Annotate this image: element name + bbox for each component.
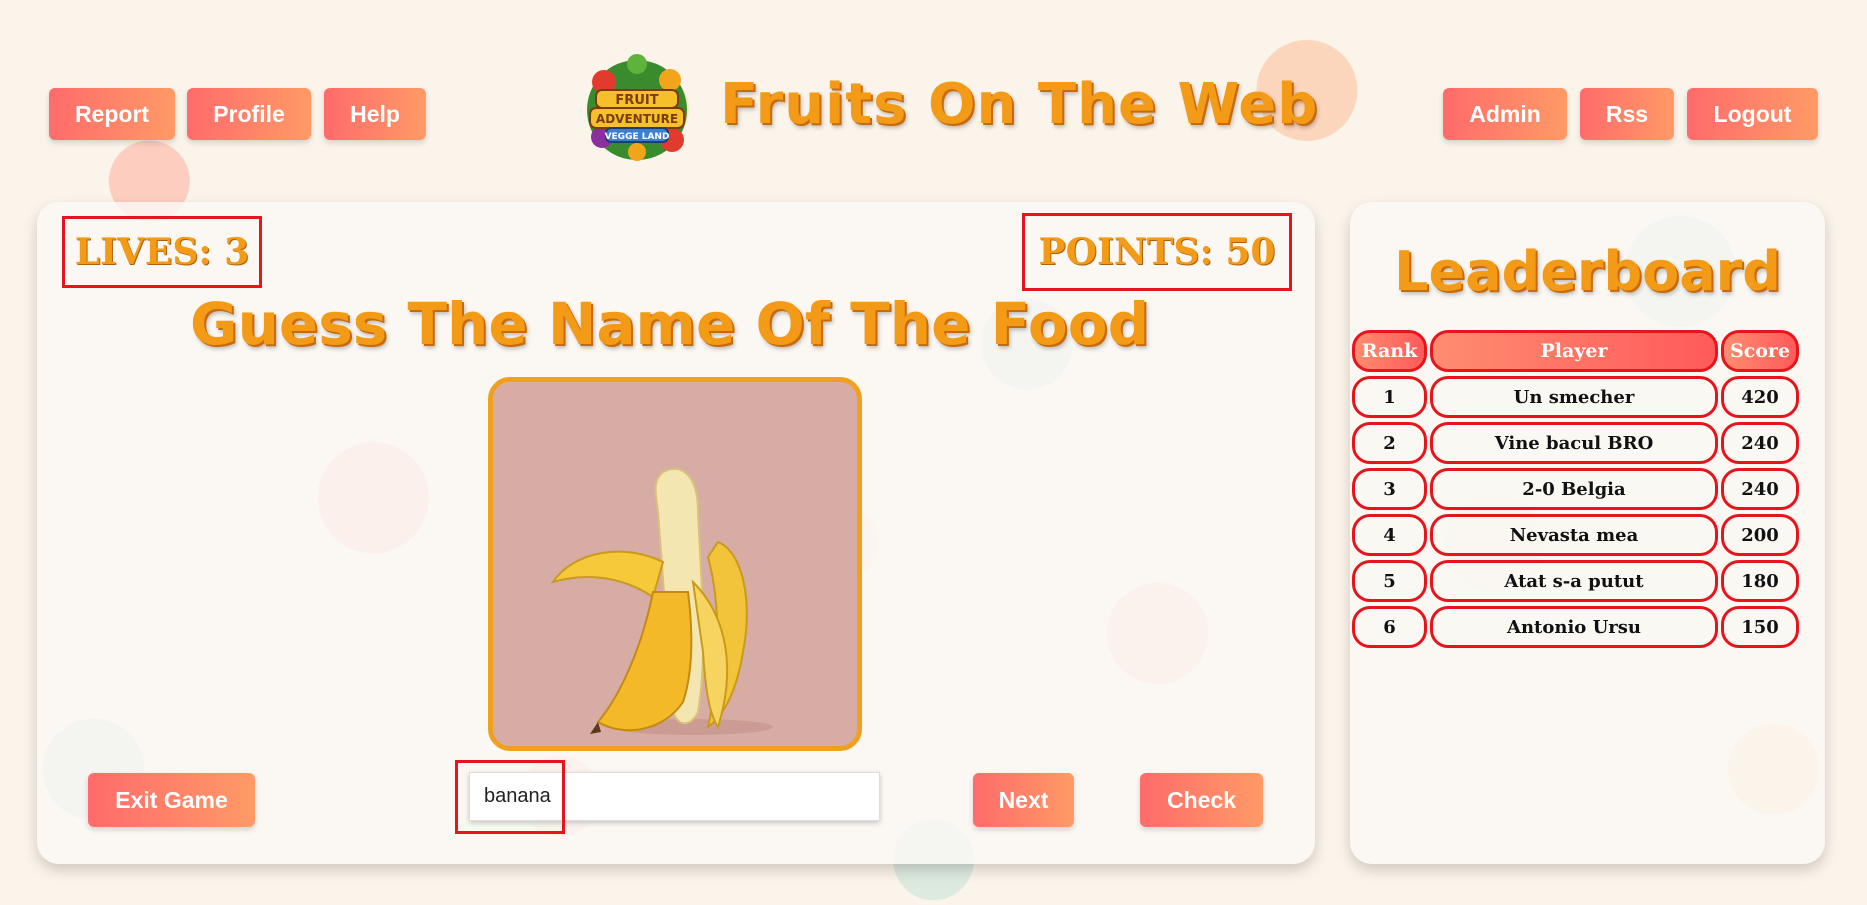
game-title: Guess The Name Of The Food [190,290,1150,358]
site-title: Fruits On The Web [720,72,1319,137]
player-cell: Vine bacul BRO [1430,422,1718,464]
rank-cell: 6 [1352,606,1427,648]
player-cell: 2-0 Belgia [1430,468,1718,510]
player-cell: Atat s-a putut [1430,560,1718,602]
table-row: 6 Antonio Ursu 150 [1352,606,1800,652]
player-cell: Antonio Ursu [1430,606,1718,648]
score-cell: 240 [1721,468,1799,510]
logo-text-adventure: ADVENTURE [596,112,678,126]
table-row: 3 2-0 Belgia 240 [1352,468,1800,514]
rank-cell: 4 [1352,514,1427,556]
column-header-rank: Rank [1352,330,1427,372]
banana-image [493,382,857,746]
answer-input[interactable] [469,772,880,821]
rank-cell: 1 [1352,376,1427,418]
food-image-frame [488,377,862,751]
logo-text-veggeland: VEGGE LAND [605,132,670,142]
score-cell: 420 [1721,376,1799,418]
rank-cell: 5 [1352,560,1427,602]
leaderboard-table: Rank Player Score 1 Un smecher 420 2 Vin… [1352,330,1800,652]
score-cell: 180 [1721,560,1799,602]
leaderboard-header-row: Rank Player Score [1352,330,1800,376]
check-button[interactable]: Check [1140,773,1263,827]
player-cell: Un smecher [1430,376,1718,418]
table-row: 1 Un smecher 420 [1352,376,1800,422]
player-cell: Nevasta mea [1430,514,1718,556]
points-counter: POINTS: 50 [1022,213,1292,291]
logout-button[interactable]: Logout [1687,88,1818,140]
next-button[interactable]: Next [973,773,1074,827]
exit-game-button[interactable]: Exit Game [88,773,255,827]
profile-button[interactable]: Profile [187,88,311,140]
rank-cell: 3 [1352,468,1427,510]
score-cell: 150 [1721,606,1799,648]
rank-cell: 2 [1352,422,1427,464]
help-button[interactable]: Help [324,88,426,140]
score-cell: 200 [1721,514,1799,556]
table-row: 5 Atat s-a putut 180 [1352,560,1800,606]
fruit-adventure-logo: FRUIT ADVENTURE VEGGE LAND [582,52,692,164]
column-header-player: Player [1430,330,1718,372]
leaderboard-title: Leaderboard [1394,240,1781,303]
admin-button[interactable]: Admin [1443,88,1567,140]
rss-button[interactable]: Rss [1580,88,1674,140]
logo-text-fruit: FRUIT [615,93,658,108]
lives-counter: LIVES: 3 [62,216,262,288]
report-button[interactable]: Report [49,88,175,140]
table-row: 4 Nevasta mea 200 [1352,514,1800,560]
column-header-score: Score [1721,330,1799,372]
table-row: 2 Vine bacul BRO 240 [1352,422,1800,468]
score-cell: 240 [1721,422,1799,464]
